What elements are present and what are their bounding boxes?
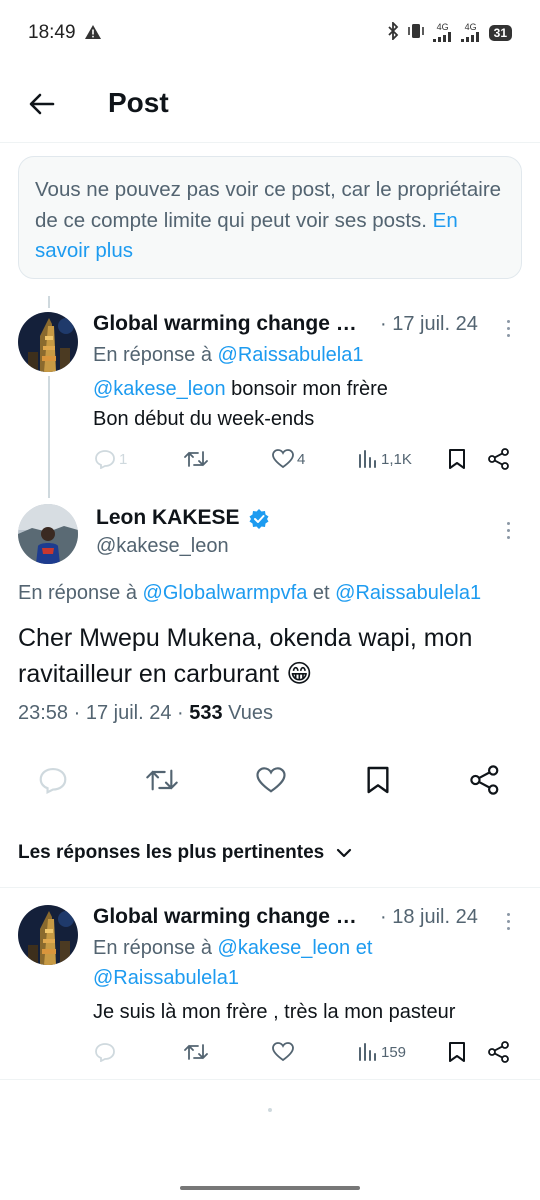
reply-button[interactable] bbox=[38, 766, 68, 794]
sort-label: Les réponses les plus pertinentes bbox=[18, 842, 325, 863]
like-button[interactable] bbox=[272, 1042, 294, 1062]
avatar-global-warming[interactable] bbox=[18, 905, 78, 965]
battery-indicator: 31 bbox=[488, 24, 512, 41]
signal-icon-2: 4G bbox=[460, 22, 481, 42]
tweet-text: Je suis là mon frère , très la mon paste… bbox=[93, 1001, 456, 1023]
reply-handle-link-1[interactable]: @Globalwarmpvfa bbox=[143, 582, 308, 604]
reply-to-line: En réponse à @kakese_leon et @Raissabule… bbox=[93, 933, 513, 993]
page-title: Post bbox=[108, 87, 169, 118]
tweet-text-line2: Bon début du week-ends bbox=[93, 408, 315, 430]
repost-button[interactable] bbox=[184, 449, 208, 469]
more-options-button[interactable] bbox=[503, 316, 514, 341]
reply-icon bbox=[95, 1043, 115, 1062]
reply-and: et bbox=[312, 582, 330, 604]
repost-icon bbox=[184, 451, 208, 467]
reply-prefix: En réponse à bbox=[93, 937, 212, 959]
reply-to-line: En réponse à @Globalwarmpvfa et @Raissab… bbox=[18, 578, 481, 608]
sort-replies-dropdown[interactable]: Les réponses les plus pertinentes bbox=[18, 842, 352, 864]
bookmark-button[interactable] bbox=[448, 1041, 466, 1063]
reply-handle-link-2[interactable]: @Raissabulela1 bbox=[335, 582, 481, 604]
share-icon bbox=[488, 448, 509, 470]
author-name[interactable]: Leon KAKESE bbox=[96, 506, 240, 530]
reply-count: 1 bbox=[119, 450, 128, 468]
vibrate-icon bbox=[407, 23, 425, 42]
restricted-post-notice: Vous ne pouvez pas voir ce post, car le … bbox=[18, 156, 522, 279]
section-divider bbox=[0, 887, 540, 888]
author-handle[interactable]: @kakese_leon bbox=[96, 535, 229, 558]
bookmark-icon bbox=[367, 766, 389, 794]
views-button[interactable]: 159 bbox=[358, 1042, 406, 1062]
share-icon bbox=[470, 765, 499, 795]
tweet-date[interactable]: · 17 juil. 24 bbox=[380, 313, 478, 336]
thread-line-top bbox=[48, 296, 50, 308]
header-divider bbox=[0, 142, 540, 143]
views-number: 533 bbox=[189, 702, 223, 724]
repost-icon bbox=[146, 769, 178, 791]
bookmark-button[interactable] bbox=[366, 765, 390, 795]
tweet-text-line1: bonsoir mon frère bbox=[225, 378, 388, 400]
views-button[interactable]: 1,1K bbox=[358, 449, 412, 469]
signal-icon-1: 4G bbox=[432, 22, 453, 42]
share-button[interactable] bbox=[488, 448, 510, 470]
back-arrow-icon bbox=[29, 93, 55, 115]
views-label: Vues bbox=[228, 702, 273, 724]
tweet-text: @kakese_leon bonsoir mon frère Bon début… bbox=[93, 374, 388, 434]
reply-prefix: En réponse à bbox=[93, 344, 212, 366]
reply-handle-link-1[interactable]: @kakese_leon bbox=[218, 937, 351, 959]
views-icon bbox=[359, 1043, 376, 1061]
heart-icon bbox=[272, 1042, 294, 1062]
notice-text: Vous ne pouvez pas voir ce post, car le … bbox=[35, 178, 502, 232]
bookmark-icon bbox=[449, 1042, 465, 1062]
verified-badge-icon bbox=[248, 508, 270, 535]
status-icons: 4G 4G 31 bbox=[387, 20, 512, 43]
author-name[interactable]: Global warming change … bbox=[93, 905, 357, 929]
repost-button[interactable] bbox=[146, 766, 178, 794]
reply-icon bbox=[95, 450, 115, 469]
reply-and: et bbox=[355, 937, 373, 959]
reply-icon bbox=[39, 767, 67, 794]
warning-icon bbox=[84, 24, 102, 45]
network-label-2: 4G bbox=[464, 22, 477, 32]
like-button[interactable] bbox=[256, 767, 286, 794]
bookmark-button[interactable] bbox=[448, 448, 466, 470]
more-options-button[interactable] bbox=[503, 518, 514, 543]
tweet-date[interactable]: · 18 juil. 24 bbox=[380, 906, 478, 929]
mention-link[interactable]: @kakese_leon bbox=[93, 378, 226, 400]
network-label-1: 4G bbox=[436, 22, 449, 32]
reply-button[interactable] bbox=[94, 1042, 116, 1062]
reply-button[interactable]: 1 bbox=[94, 449, 127, 469]
bluetooth-icon bbox=[387, 20, 399, 43]
share-icon bbox=[488, 1041, 509, 1063]
loading-dot bbox=[268, 1108, 272, 1112]
like-button[interactable]: 4 bbox=[272, 449, 305, 469]
more-options-button[interactable] bbox=[503, 909, 514, 934]
back-button[interactable] bbox=[22, 84, 62, 124]
section-divider bbox=[0, 1079, 540, 1080]
home-indicator[interactable] bbox=[180, 1186, 360, 1190]
heart-icon bbox=[256, 767, 286, 793]
status-time: 18:49 bbox=[28, 22, 76, 43]
repost-button[interactable] bbox=[184, 1042, 208, 1062]
author-name[interactable]: Global warming change … bbox=[93, 312, 357, 336]
views-count: 1,1K bbox=[381, 450, 412, 468]
reply-prefix: En réponse à bbox=[18, 582, 137, 604]
views-icon bbox=[359, 450, 376, 468]
reply-to-line: En réponse à @Raissabulela1 bbox=[93, 340, 363, 370]
main-tweet-text: Cher Mwepu Mukena, okenda wapi, mon ravi… bbox=[18, 624, 473, 688]
repost-icon bbox=[184, 1044, 208, 1060]
avatar-global-warming[interactable] bbox=[18, 312, 78, 372]
thread-line bbox=[48, 376, 50, 498]
views-count: 159 bbox=[381, 1043, 407, 1061]
like-count: 4 bbox=[297, 450, 306, 468]
chevron-down-icon bbox=[337, 848, 352, 858]
heart-icon bbox=[272, 449, 294, 469]
share-button[interactable] bbox=[488, 1041, 510, 1063]
avatar-leon-kakese[interactable] bbox=[18, 504, 78, 564]
reply-handle-link-2[interactable]: @Raissabulela1 bbox=[93, 967, 239, 989]
share-button[interactable] bbox=[470, 765, 500, 795]
bookmark-icon bbox=[449, 449, 465, 469]
tweet-timestamp-line: 23:58 · 17 juil. 24 · 533 Vues bbox=[18, 702, 273, 725]
reply-handle-link[interactable]: @Raissabulela1 bbox=[218, 344, 364, 366]
tweet-timestamp[interactable]: 23:58 · 17 juil. 24 · bbox=[18, 702, 184, 724]
